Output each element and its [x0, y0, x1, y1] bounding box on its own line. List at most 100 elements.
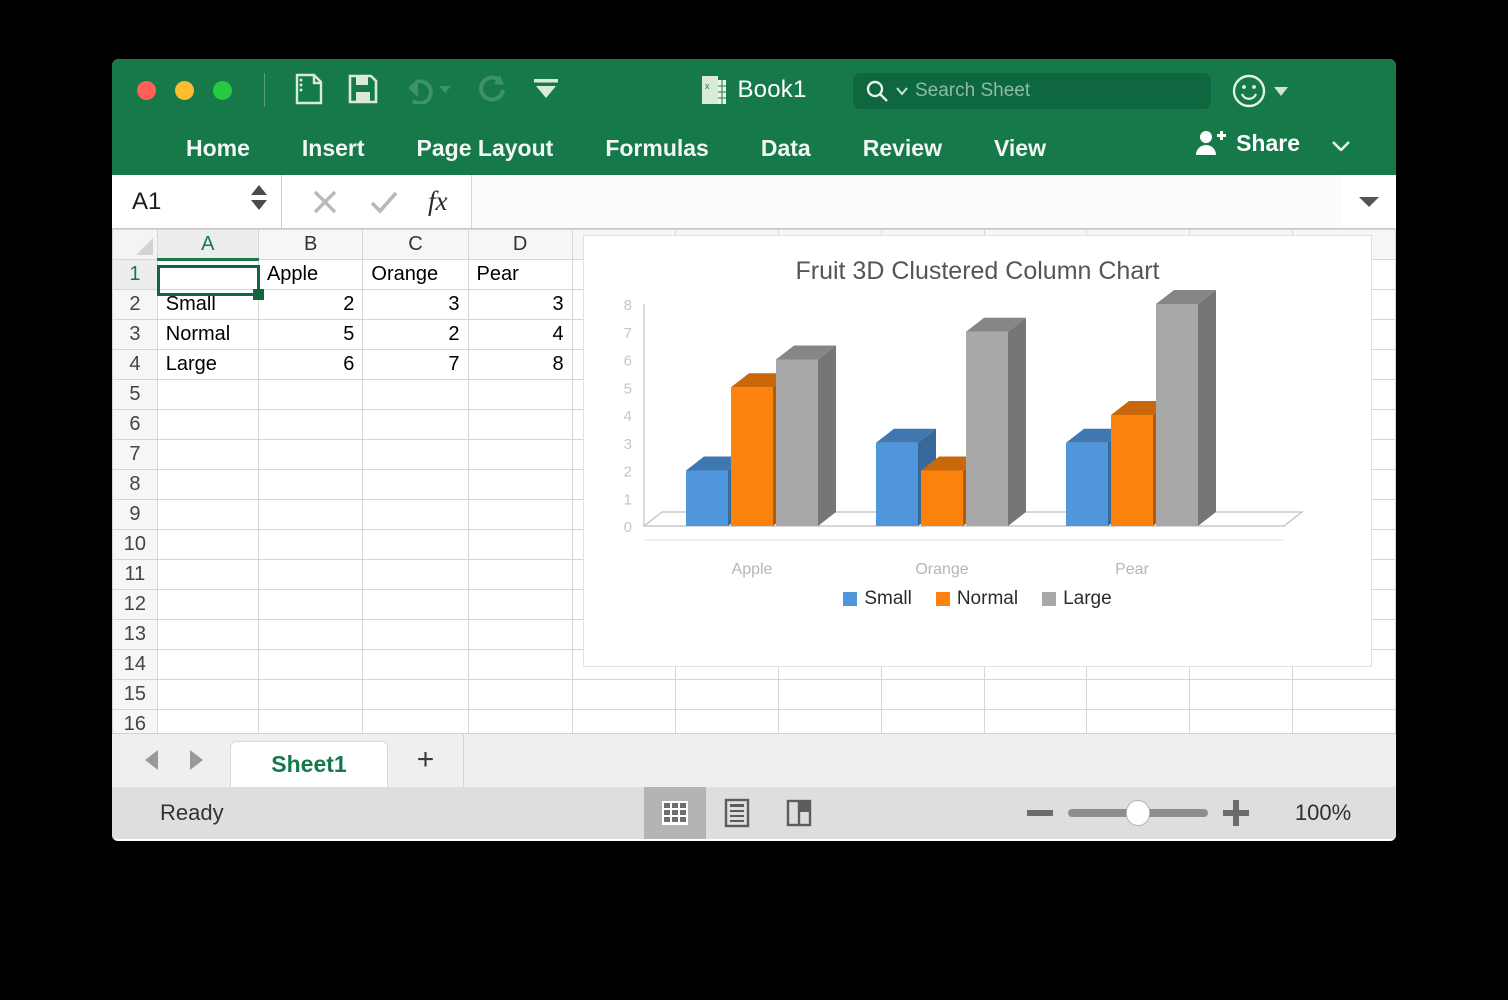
tab-page-layout[interactable]: Page Layout: [391, 135, 580, 162]
new-document-icon[interactable]: [294, 73, 324, 105]
cell-D4[interactable]: 8: [467, 349, 573, 380]
row-header-9[interactable]: 9: [112, 499, 158, 530]
cell-D2[interactable]: 3: [467, 289, 573, 320]
legend-item-small[interactable]: Small: [843, 588, 912, 610]
chart-object[interactable]: Fruit 3D Clustered Column Chart 0 1 2 3 4 5 6 7…: [583, 235, 1372, 667]
legend-item-large[interactable]: Large: [1042, 588, 1112, 610]
cell-F16[interactable]: [674, 709, 779, 733]
cell-G16[interactable]: [777, 709, 882, 733]
close-window-button[interactable]: [137, 81, 156, 100]
cell-J15[interactable]: [1086, 679, 1191, 710]
cell-C7[interactable]: [362, 439, 469, 470]
cell-K15[interactable]: [1189, 679, 1294, 710]
cell-A2[interactable]: Small: [156, 289, 259, 320]
cell-A10[interactable]: [156, 529, 259, 560]
cell-D7[interactable]: [467, 439, 573, 470]
spreadsheet-grid[interactable]: A B C D E F G H I J K L 1AppleOrangePear…: [112, 229, 1396, 733]
formula-bar-expand-button[interactable]: [1342, 175, 1396, 228]
legend-item-normal[interactable]: Normal: [935, 588, 1018, 610]
cell-A9[interactable]: [156, 499, 259, 530]
cell-C3[interactable]: 2: [362, 319, 469, 350]
cell-D16[interactable]: [467, 709, 573, 733]
cell-B3[interactable]: 5: [257, 319, 364, 350]
column-header-D[interactable]: D: [467, 229, 573, 260]
cell-D10[interactable]: [467, 529, 573, 560]
cell-D5[interactable]: [467, 379, 573, 410]
cell-J16[interactable]: [1086, 709, 1191, 733]
name-box-spinner[interactable]: [251, 185, 267, 210]
cell-B11[interactable]: [257, 559, 364, 590]
cell-D6[interactable]: [467, 409, 573, 440]
page-layout-view-button[interactable]: [706, 787, 768, 839]
cell-B14[interactable]: [257, 649, 364, 680]
cell-H15[interactable]: [880, 679, 985, 710]
cell-C1[interactable]: Orange: [362, 259, 469, 290]
row-header-5[interactable]: 5: [112, 379, 158, 410]
tab-insert[interactable]: Insert: [276, 135, 391, 162]
cell-B8[interactable]: [257, 469, 364, 500]
cell-D3[interactable]: 4: [467, 319, 573, 350]
normal-view-button[interactable]: [644, 787, 706, 839]
cell-I16[interactable]: [983, 709, 1088, 733]
row-header-2[interactable]: 2: [112, 289, 158, 320]
tab-home[interactable]: Home: [160, 135, 276, 162]
cell-B7[interactable]: [257, 439, 364, 470]
tab-view[interactable]: View: [968, 135, 1072, 162]
cell-G15[interactable]: [777, 679, 882, 710]
cell-C5[interactable]: [362, 379, 469, 410]
next-sheet-icon[interactable]: [184, 747, 208, 773]
column-header-A[interactable]: A: [156, 229, 259, 261]
cell-B4[interactable]: 6: [257, 349, 364, 380]
cell-A11[interactable]: [156, 559, 259, 590]
cell-C16[interactable]: [362, 709, 469, 733]
add-sheet-button[interactable]: +: [388, 733, 464, 787]
column-header-B[interactable]: B: [257, 229, 364, 260]
row-header-3[interactable]: 3: [112, 319, 158, 350]
row-header-11[interactable]: 11: [112, 559, 158, 590]
cell-D11[interactable]: [467, 559, 573, 590]
share-button[interactable]: Share: [1195, 129, 1300, 157]
cell-A13[interactable]: [156, 619, 259, 650]
cell-C15[interactable]: [362, 679, 469, 710]
previous-sheet-icon[interactable]: [140, 747, 164, 773]
cell-L16[interactable]: [1292, 709, 1396, 733]
zoom-slider[interactable]: [1068, 800, 1208, 826]
save-icon[interactable]: [348, 74, 378, 104]
cell-H16[interactable]: [880, 709, 985, 733]
cell-C2[interactable]: 3: [362, 289, 469, 320]
row-header-14[interactable]: 14: [112, 649, 158, 680]
name-box[interactable]: A1: [112, 175, 282, 228]
cell-B1[interactable]: Apple: [257, 259, 364, 290]
cell-B15[interactable]: [257, 679, 364, 710]
cell-B13[interactable]: [257, 619, 364, 650]
cell-A5[interactable]: [156, 379, 259, 410]
row-header-6[interactable]: 6: [112, 409, 158, 440]
tab-review[interactable]: Review: [837, 135, 968, 162]
undo-dropdown-caret[interactable]: [439, 85, 451, 93]
cell-C11[interactable]: [362, 559, 469, 590]
cell-A4[interactable]: Large: [156, 349, 259, 380]
cell-A6[interactable]: [156, 409, 259, 440]
cell-C8[interactable]: [362, 469, 469, 500]
account-menu[interactable]: [1232, 74, 1288, 108]
spinner-down-icon[interactable]: [251, 200, 267, 210]
cell-A12[interactable]: [156, 589, 259, 620]
maximize-window-button[interactable]: [213, 81, 232, 100]
row-header-15[interactable]: 15: [112, 679, 158, 710]
row-header-13[interactable]: 13: [112, 619, 158, 650]
cell-C13[interactable]: [362, 619, 469, 650]
cell-C12[interactable]: [362, 589, 469, 620]
cell-D13[interactable]: [467, 619, 573, 650]
ribbon-collapse-caret[interactable]: [1332, 141, 1350, 151]
row-header-8[interactable]: 8: [112, 469, 158, 500]
customize-toolbar-icon[interactable]: [531, 77, 561, 101]
cell-B5[interactable]: [257, 379, 364, 410]
cell-D12[interactable]: [467, 589, 573, 620]
cell-A3[interactable]: Normal: [156, 319, 259, 350]
row-header-12[interactable]: 12: [112, 589, 158, 620]
cell-B16[interactable]: [257, 709, 364, 733]
cell-A7[interactable]: [156, 439, 259, 470]
tab-formulas[interactable]: Formulas: [579, 135, 735, 162]
spinner-up-icon[interactable]: [251, 185, 267, 195]
zoom-in-button[interactable]: [1208, 798, 1264, 828]
